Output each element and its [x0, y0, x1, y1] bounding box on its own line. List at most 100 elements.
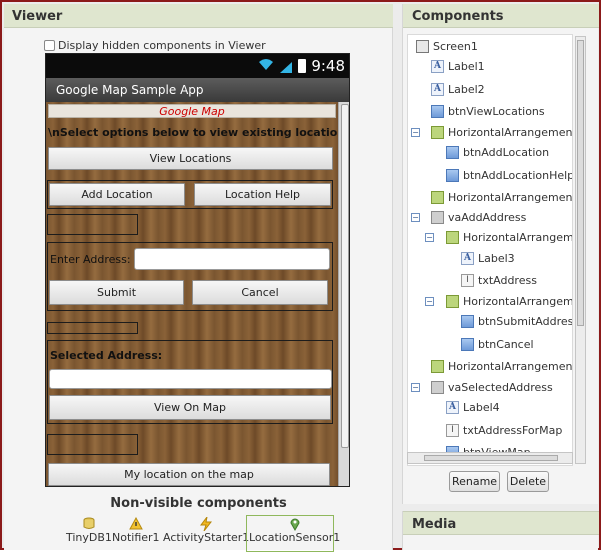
tree-hscroll-thumb[interactable] — [424, 455, 558, 461]
textbox-icon: I — [446, 423, 459, 437]
button-icon — [431, 104, 444, 118]
collapse-toggle-icon[interactable]: − — [411, 128, 420, 137]
viewer-title: Viewer — [4, 4, 393, 28]
tree-node-label: HorizontalArrangement — [463, 230, 573, 244]
tree-node-horizontalarrangement-a[interactable]: HorizontalArrangement — [446, 228, 573, 246]
tree-node-label: Label4 — [463, 400, 500, 414]
button-icon — [446, 168, 459, 182]
enter-address-label: Enter Address: — [50, 253, 131, 266]
viewer-panel: Viewer Display hidden components in View… — [4, 4, 393, 552]
view-on-map-button[interactable]: View On Map — [49, 395, 331, 420]
delete-button[interactable]: Delete — [507, 471, 549, 492]
horizontal-arrangement-icon — [446, 294, 459, 308]
rename-button[interactable]: Rename — [449, 471, 500, 492]
google-map-label: Google Map — [48, 104, 336, 118]
textbox-icon: I — [461, 273, 474, 287]
phone-scrollbar[interactable] — [338, 102, 349, 486]
horizontal-arrangement-icon — [446, 230, 459, 244]
tree-node-label: txtAddressForMap — [463, 423, 563, 437]
display-hidden-row[interactable]: Display hidden components in Viewer — [44, 39, 266, 52]
status-time: 9:48 — [311, 57, 345, 75]
tree-node-screen1[interactable]: Screen1 — [416, 37, 478, 55]
nonvisible-label: TinyDB1 — [66, 531, 112, 544]
view-locations-button[interactable]: View Locations — [48, 147, 333, 170]
tree-node-btnviewlocations[interactable]: btnViewLocations — [431, 102, 545, 120]
tree-node-label4[interactable]: A Label4 — [446, 398, 500, 416]
submit-button[interactable]: Submit — [49, 280, 184, 305]
nonvisible-notifier[interactable]: Notifier1 — [112, 516, 160, 544]
tree-node-label: Label1 — [448, 59, 485, 73]
nonvisible-locationsensor[interactable]: LocationSensor1 — [249, 516, 340, 544]
tree-node-horizontalarrangement4[interactable]: HorizontalArrangement4 — [431, 188, 573, 206]
phone-scrollbar-thumb[interactable] — [341, 104, 349, 448]
collapse-toggle-icon[interactable]: − — [425, 297, 434, 306]
tree-node-label: vaAddAddress — [448, 210, 527, 224]
horizontal-arrangement-icon — [431, 359, 444, 373]
tree-horizontal-scrollbar[interactable] — [407, 452, 573, 464]
components-panel: Components Screen1 A Label1 A Label2 btn… — [402, 4, 599, 504]
wifi-icon — [258, 58, 274, 75]
tree-node-label: btnAddLocationHelp — [463, 168, 573, 182]
nonvisible-tinydb[interactable]: TinyDB1 — [66, 516, 112, 544]
tree-node-label1[interactable]: A Label1 — [431, 57, 485, 75]
nonvisible-activitystarter[interactable]: ActivityStarter1 — [163, 516, 249, 544]
tree-node-label: HorizontalArrangement4 — [448, 190, 573, 204]
nonvisible-label: LocationSensor1 — [249, 531, 341, 544]
status-bar: 9:48 — [46, 54, 349, 78]
instructions-label: \nSelect options below to view existing … — [48, 126, 338, 139]
address-textbox[interactable] — [134, 248, 330, 270]
vertical-arrangement-icon — [431, 380, 444, 394]
tree-node-btncancel[interactable]: btnCancel — [461, 335, 534, 353]
collapse-toggle-icon[interactable]: − — [411, 383, 420, 392]
app-title-bar: Google Map Sample App — [46, 78, 349, 102]
collapse-toggle-icon[interactable]: − — [411, 213, 420, 222]
tree-node-horizontalarrangement3[interactable]: HorizontalArrangement3 — [431, 357, 573, 375]
tree-node-label: Screen1 — [433, 39, 478, 53]
label-icon: A — [446, 400, 459, 414]
selected-address-textbox[interactable] — [49, 369, 332, 389]
tree-node-txtaddress[interactable]: I txtAddress — [461, 271, 537, 289]
my-location-button[interactable]: My location on the map — [48, 463, 330, 486]
tree-node-label: btnViewLocations — [448, 104, 545, 118]
tree-node-txtaddressformap[interactable]: I txtAddressForMap — [446, 421, 562, 439]
tree-node-btnaddlocation[interactable]: btnAddLocation — [446, 143, 549, 161]
tree-node-horizontalarrangement1[interactable]: HorizontalArrangement1 — [431, 123, 572, 141]
tree-node-label: btnCancel — [478, 337, 534, 351]
tree-node-label: btnAddLocation — [463, 145, 550, 159]
display-hidden-label: Display hidden components in Viewer — [58, 39, 266, 52]
media-panel: Media — [402, 511, 599, 550]
button-icon — [461, 314, 474, 328]
tree-node-label3[interactable]: A Label3 — [461, 249, 515, 267]
cancel-button[interactable]: Cancel — [192, 280, 328, 305]
database-icon — [83, 516, 95, 531]
collapse-toggle-icon[interactable]: − — [425, 233, 434, 242]
tree-vertical-scrollbar[interactable] — [575, 36, 586, 464]
label-icon: A — [431, 59, 444, 73]
va-add-address: Enter Address: Submit Cancel — [47, 242, 333, 311]
component-tree: Screen1 A Label1 A Label2 btnViewLocatio… — [407, 34, 573, 466]
screen-icon — [416, 39, 429, 53]
add-location-button[interactable]: Add Location — [49, 183, 185, 206]
tree-node-btnsubmitaddress[interactable]: btnSubmitAddress — [461, 312, 573, 330]
horizontal-arrangement-icon — [431, 190, 444, 204]
bolt-icon — [200, 516, 213, 531]
tree-node-vaaddaddress[interactable]: vaAddAddress — [431, 208, 526, 226]
tree-node-label: btnSubmitAddress — [478, 314, 573, 328]
location-help-button[interactable]: Location Help — [194, 183, 331, 206]
tree-node-label2[interactable]: A Label2 — [431, 80, 485, 98]
tree-vscroll-thumb[interactable] — [577, 40, 584, 326]
button-icon — [446, 145, 459, 159]
button-icon — [461, 337, 474, 351]
label-icon: A — [431, 82, 444, 96]
components-title: Components — [403, 4, 599, 28]
tree-node-horizontalarrangement-b[interactable]: HorizontalArrangement — [446, 292, 572, 310]
display-hidden-checkbox[interactable] — [44, 40, 55, 51]
label-icon: A — [461, 251, 474, 265]
tree-node-btnaddlocationhelp[interactable]: btnAddLocationHelp — [446, 166, 573, 184]
tree-node-label: Label3 — [478, 251, 515, 265]
tree-node-vaselectedaddress[interactable]: vaSelectedAddress — [431, 378, 553, 396]
designer-window: Viewer Display hidden components in View… — [0, 0, 601, 552]
vertical-arrangement-icon — [431, 210, 444, 224]
tree-node-label: vaSelectedAddress — [448, 380, 553, 394]
tree-node-label: HorizontalArrangement3 — [448, 359, 573, 373]
